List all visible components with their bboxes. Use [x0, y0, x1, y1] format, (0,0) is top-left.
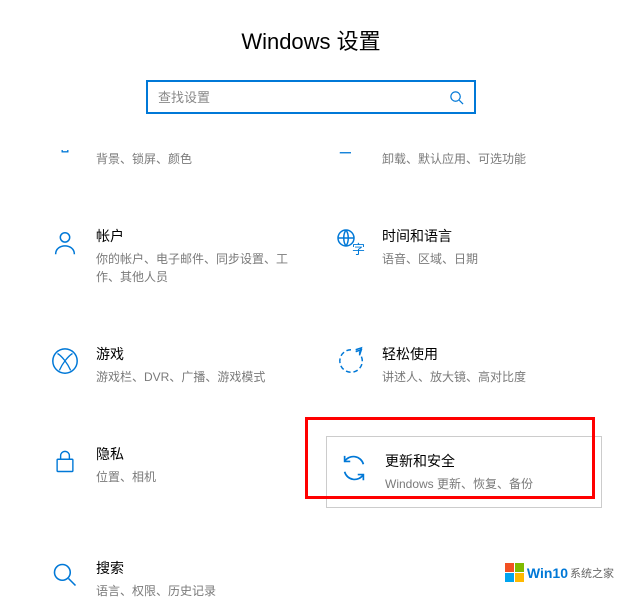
search-tile-icon: [48, 558, 82, 592]
tile-sub: 你的帐户、电子邮件、同步设置、工作、其他人员: [96, 250, 308, 286]
apps-icon: [334, 150, 368, 168]
ease-of-access-icon: [334, 344, 368, 378]
lock-icon: [48, 444, 82, 478]
tile-sub: 讲述人、放大镜、高对比度: [382, 368, 526, 386]
tile-title: 时间和语言: [382, 226, 478, 246]
tile-update-security[interactable]: 更新和安全 Windows 更新、恢复、备份: [326, 436, 602, 508]
tile-apps[interactable]: 卸载、默认应用、可选功能: [326, 142, 602, 176]
tile-title: 隐私: [96, 444, 156, 464]
tile-ease-of-access[interactable]: 轻松使用 讲述人、放大镜、高对比度: [326, 336, 602, 394]
tile-privacy[interactable]: 隐私 位置、相机: [40, 436, 316, 508]
sync-icon: [337, 451, 371, 485]
search-box[interactable]: [146, 80, 476, 114]
tile-sub: 游戏栏、DVR、广播、游戏模式: [96, 368, 265, 386]
tile-time-language[interactable]: 字 时间和语言 语音、区域、日期: [326, 218, 602, 294]
tile-sub: 语言、权限、历史记录: [96, 582, 216, 600]
search-container: [0, 80, 622, 114]
watermark: Win10 系统之家: [505, 563, 614, 582]
tile-gaming[interactable]: 游戏 游戏栏、DVR、广播、游戏模式: [40, 336, 316, 394]
paintbrush-icon: [48, 150, 82, 168]
tile-personalization[interactable]: 背景、锁屏、颜色: [40, 142, 316, 176]
globe-language-icon: 字: [334, 226, 368, 260]
search-icon[interactable]: [449, 90, 464, 105]
tile-accounts[interactable]: 帐户 你的帐户、电子邮件、同步设置、工作、其他人员: [40, 218, 316, 294]
tile-sub: 卸载、默认应用、可选功能: [382, 150, 526, 168]
windows-logo-icon: [505, 563, 524, 582]
tile-sub: 背景、锁屏、颜色: [96, 150, 192, 168]
tile-title: 轻松使用: [382, 344, 526, 364]
tile-title: 游戏: [96, 344, 265, 364]
tile-sub: Windows 更新、恢复、备份: [385, 475, 533, 493]
tile-title: 搜索: [96, 558, 216, 578]
page-title: Windows 设置: [0, 0, 622, 80]
person-icon: [48, 226, 82, 260]
tile-search[interactable]: 搜索 语言、权限、历史记录: [40, 550, 316, 608]
svg-text:字: 字: [352, 242, 365, 257]
search-input[interactable]: [158, 90, 449, 105]
watermark-sub: 系统之家: [570, 565, 614, 581]
xbox-icon: [48, 344, 82, 378]
settings-grid: 背景、锁屏、颜色 卸载、默认应用、可选功能 帐户 你的帐户、电子邮件、同步设置、…: [0, 142, 622, 608]
tile-title: 更新和安全: [385, 451, 533, 471]
tile-sub: 位置、相机: [96, 468, 156, 486]
tile-title: 帐户: [96, 226, 308, 246]
tile-sub: 语音、区域、日期: [382, 250, 478, 268]
watermark-main: Win10: [527, 565, 568, 581]
